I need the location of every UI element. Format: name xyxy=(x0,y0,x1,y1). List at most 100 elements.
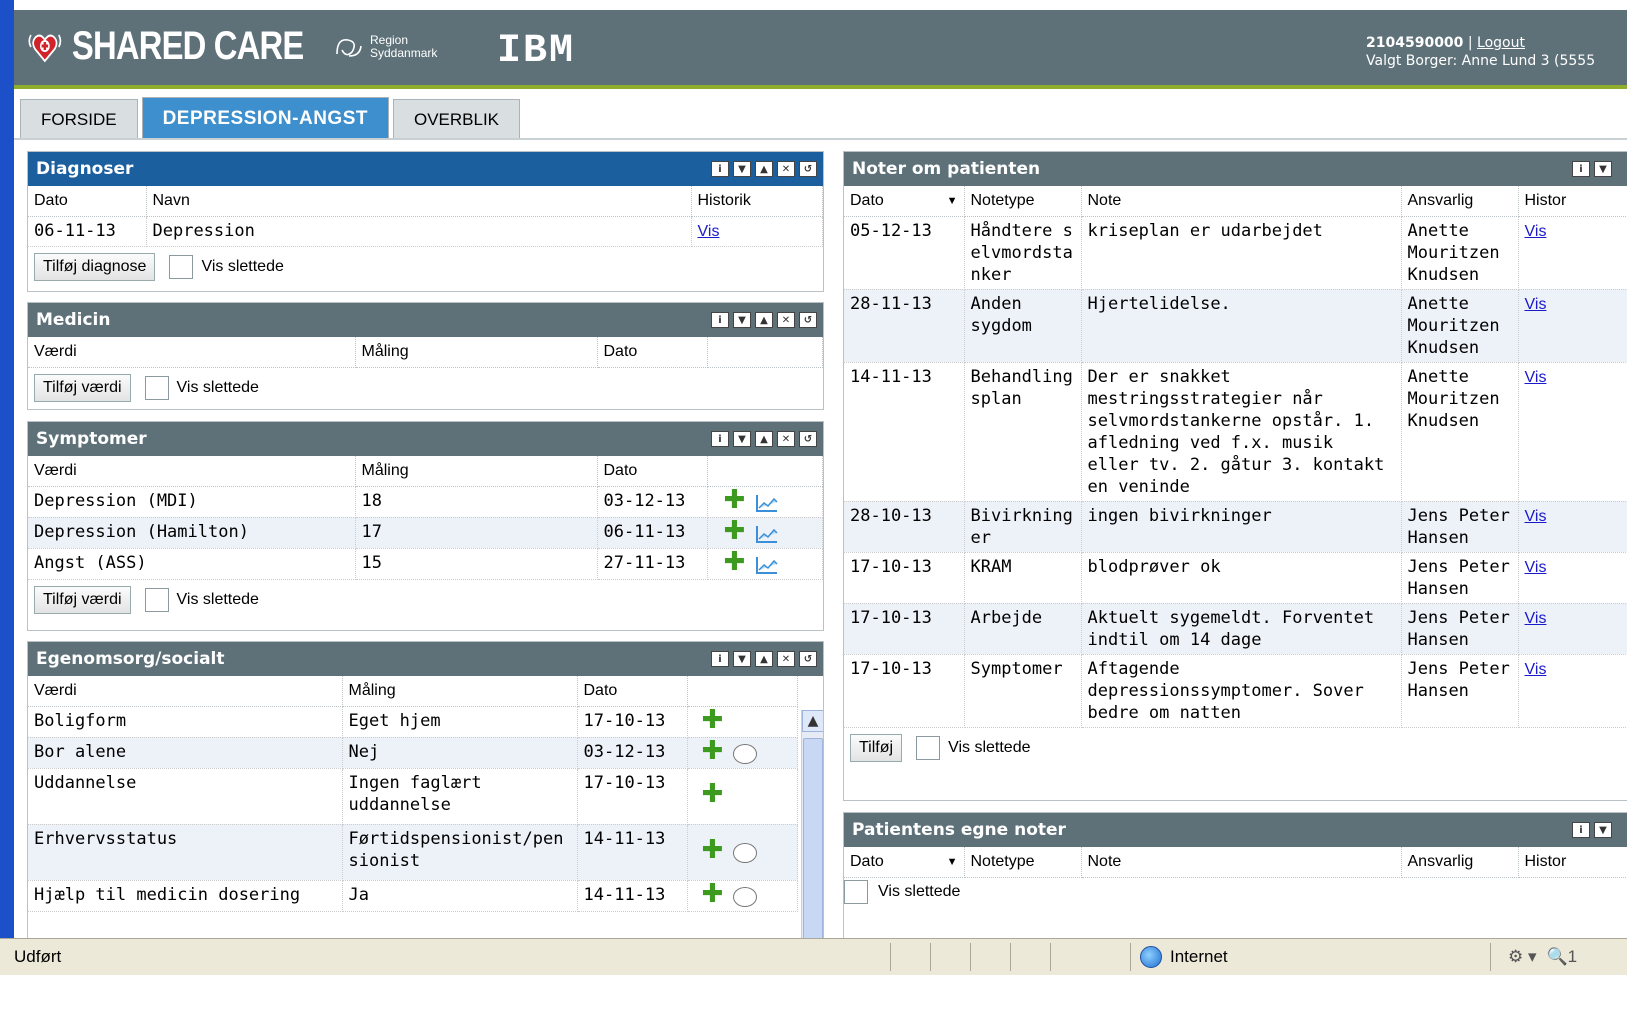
add-measurement-icon[interactable]: ✚ xyxy=(702,781,724,807)
close-icon[interactable]: ✕ xyxy=(777,431,795,447)
col-dato[interactable]: Dato xyxy=(28,186,147,217)
col-maaling[interactable]: Måling xyxy=(342,676,578,707)
info-icon[interactable]: i xyxy=(711,651,729,667)
add-value-button[interactable]: Tilføj værdi xyxy=(34,585,131,614)
scroll-thumb[interactable] xyxy=(803,738,823,940)
zoom-icon[interactable]: 🔍1 xyxy=(1547,947,1578,967)
col-notetype[interactable]: Notetype xyxy=(964,847,1082,878)
window-left-border xyxy=(0,0,14,975)
collapse-icon[interactable]: ▼ xyxy=(733,161,751,177)
col-note[interactable]: Note xyxy=(1081,186,1402,217)
col-dato-sort[interactable]: Dato ▼ xyxy=(844,186,965,217)
add-measurement-icon[interactable]: ✚ xyxy=(702,738,724,764)
chart-icon[interactable] xyxy=(755,493,779,513)
col-navn[interactable]: Navn xyxy=(146,186,692,217)
col-historik[interactable]: Historik xyxy=(691,186,823,217)
add-measurement-icon[interactable]: ✚ xyxy=(724,518,746,544)
col-historik[interactable]: Histor xyxy=(1518,847,1627,878)
security-zone[interactable]: Internet xyxy=(1140,946,1228,968)
show-deleted-checkbox[interactable] xyxy=(916,735,941,760)
add-measurement-icon[interactable]: ✚ xyxy=(702,881,724,907)
expand-icon[interactable]: ▲ xyxy=(755,431,773,447)
close-icon[interactable]: ✕ xyxy=(777,651,795,667)
symptomer-table: Værdi Måling Dato Depression (MDI) 18 03… xyxy=(28,456,823,580)
col-historik[interactable]: Histor xyxy=(1518,186,1627,217)
collapse-icon[interactable]: ▼ xyxy=(733,431,751,447)
table-row: Erhvervsstatus Førtidspensionist/pension… xyxy=(28,824,798,881)
tab-forside[interactable]: FORSIDE xyxy=(20,99,138,139)
col-maaling[interactable]: Måling xyxy=(355,456,598,487)
show-deleted-checkbox[interactable] xyxy=(144,587,169,612)
refresh-icon[interactable]: ↺ xyxy=(799,312,817,328)
show-deleted-checkbox[interactable] xyxy=(844,879,868,904)
info-icon[interactable]: i xyxy=(711,312,729,328)
cell-vaerdi: Erhvervsstatus xyxy=(28,824,343,881)
comment-icon[interactable] xyxy=(733,843,758,863)
add-measurement-icon[interactable]: ✚ xyxy=(702,837,724,863)
historik-link[interactable]: Vis xyxy=(1525,559,1547,576)
add-note-button[interactable]: Tilføj xyxy=(850,733,903,762)
historik-link[interactable]: Vis xyxy=(1525,296,1547,313)
info-icon[interactable]: i xyxy=(1572,161,1590,177)
historik-link[interactable]: Vis xyxy=(1525,661,1547,678)
historik-link[interactable]: Vis xyxy=(1525,610,1547,627)
medicin-header: Medicin i ▼ ▲ ✕ ↺ xyxy=(28,303,823,337)
col-dato[interactable]: Dato xyxy=(597,337,708,368)
col-vaerdi[interactable]: Værdi xyxy=(28,456,356,487)
chart-icon[interactable] xyxy=(755,524,779,544)
logout-link[interactable]: Logout xyxy=(1477,35,1525,51)
add-measurement-icon[interactable]: ✚ xyxy=(724,549,746,575)
historik-link[interactable]: Vis xyxy=(1525,369,1547,386)
historik-link[interactable]: Vis xyxy=(1525,223,1547,240)
historik-link[interactable]: Vis xyxy=(698,223,720,240)
col-vaerdi[interactable]: Værdi xyxy=(28,676,343,707)
info-icon[interactable]: i xyxy=(711,431,729,447)
sort-down-icon[interactable]: ▼ xyxy=(947,856,958,868)
protected-mode-icon[interactable]: ⚙ ▾ xyxy=(1508,947,1537,967)
add-measurement-icon[interactable]: ✚ xyxy=(702,707,724,733)
expand-icon[interactable]: ▲ xyxy=(755,312,773,328)
col-maaling[interactable]: Måling xyxy=(355,337,598,368)
info-icon[interactable]: i xyxy=(1572,822,1590,838)
chart-icon[interactable] xyxy=(755,555,779,575)
sort-down-icon[interactable]: ▼ xyxy=(947,195,958,207)
refresh-icon[interactable]: ↺ xyxy=(799,651,817,667)
col-note[interactable]: Note xyxy=(1081,847,1402,878)
add-measurement-icon[interactable]: ✚ xyxy=(724,487,746,513)
info-icon[interactable]: i xyxy=(711,161,729,177)
collapse-icon[interactable]: ▼ xyxy=(1594,161,1612,177)
comment-icon[interactable] xyxy=(733,886,758,907)
tab-overblik[interactable]: OVERBLIK xyxy=(392,99,521,139)
scroll-up-icon[interactable]: ▲ xyxy=(802,710,823,732)
cell-maaling: Ingen faglært uddannelse xyxy=(342,768,578,825)
col-dato[interactable]: Dato xyxy=(577,676,688,707)
refresh-icon[interactable]: ↺ xyxy=(799,161,817,177)
col-ansvarlig[interactable]: Ansvarlig xyxy=(1401,847,1519,878)
refresh-icon[interactable]: ↺ xyxy=(799,431,817,447)
cell-dato: 14-11-13 xyxy=(577,880,688,912)
col-notetype[interactable]: Notetype xyxy=(964,186,1082,217)
collapse-icon[interactable]: ▼ xyxy=(1594,822,1612,838)
add-value-button[interactable]: Tilføj værdi xyxy=(34,373,131,402)
historik-link[interactable]: Vis xyxy=(1525,508,1547,525)
cell-notetype: Symptomer xyxy=(964,654,1082,728)
show-deleted-checkbox[interactable] xyxy=(144,375,169,400)
tab-depression-angst[interactable]: DEPRESSION-ANGST xyxy=(141,97,389,139)
comment-icon[interactable] xyxy=(733,743,758,764)
close-icon[interactable]: ✕ xyxy=(777,161,795,177)
egenomsorg-title: Egenomsorg/socialt xyxy=(36,649,225,669)
cell-dato: 17-10-13 xyxy=(844,552,965,604)
col-ansvarlig[interactable]: Ansvarlig xyxy=(1401,186,1519,217)
expand-icon[interactable]: ▲ xyxy=(755,161,773,177)
show-deleted-checkbox[interactable] xyxy=(169,254,194,279)
expand-icon[interactable]: ▲ xyxy=(755,651,773,667)
cell-note: Der er snakket mestringsstrategier når s… xyxy=(1081,362,1402,502)
collapse-icon[interactable]: ▼ xyxy=(733,651,751,667)
col-vaerdi[interactable]: Værdi xyxy=(28,337,356,368)
col-dato-sort[interactable]: Dato ▼ xyxy=(844,847,965,878)
col-dato[interactable]: Dato xyxy=(597,456,708,487)
close-icon[interactable]: ✕ xyxy=(777,312,795,328)
egenomsorg-scrollbar[interactable]: ▲ xyxy=(801,710,823,940)
collapse-icon[interactable]: ▼ xyxy=(733,312,751,328)
add-diagnose-button[interactable]: Tilføj diagnose xyxy=(34,252,156,281)
